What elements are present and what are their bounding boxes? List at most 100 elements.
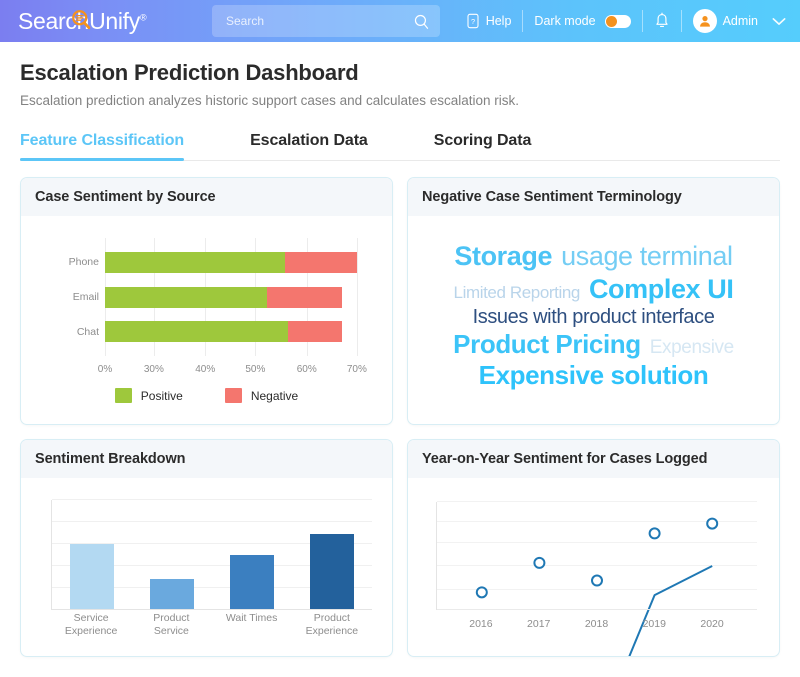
chart-legend: Positive Negative [33,388,380,405]
bar[interactable] [150,579,194,610]
word-cloud-term[interactable]: Expensive solution [479,361,709,390]
word-cloud-line: Expensive solution [479,361,709,390]
bell-icon [655,12,668,28]
card-negative-case-sentiment-terminology: Negative Case Sentiment Terminology Stor… [407,177,780,425]
word-cloud-term[interactable]: Storage [454,241,552,271]
top-bar-actions: ? Help Dark mode Admin [466,0,786,42]
top-navigation-bar: SearchUnify® ? Help Dark mo [0,0,800,42]
data-point[interactable] [475,586,488,599]
legend-swatch [224,388,242,403]
category-label: Wait Times [225,612,278,624]
user-menu[interactable]: Admin [692,9,758,33]
column-slot [230,500,274,610]
app-logo[interactable]: SearchUnify® [18,8,200,35]
category-label: Phone [68,256,99,269]
svg-text:?: ? [471,17,475,26]
bar-segment-positive [105,251,285,273]
x-tick-label: 40% [195,364,216,375]
bars [52,500,372,610]
legend-item-negative[interactable]: Negative [224,388,299,403]
category-label: Service Experience [64,612,118,638]
x-tick-label: 2016 [469,618,493,630]
word-cloud-term[interactable]: Complex UI [589,274,734,304]
legend-label: Negative [250,388,299,403]
x-tick-label: 2017 [527,618,551,630]
data-point[interactable] [533,556,546,569]
data-point[interactable] [648,527,661,540]
word-cloud-line: Issues with product interface [473,306,715,328]
x-tick-label: 0% [97,364,113,375]
bar-segment-positive [105,321,289,343]
x-axis: 2016 2017 2018 2019 2020 [436,618,757,642]
bar-row: Phone [69,251,362,273]
tab-feature-classification[interactable]: Feature Classification [20,128,184,161]
dark-mode-label: Dark mode [534,14,596,28]
category-label: Chat [76,325,99,338]
bar-segment-negative [266,286,343,308]
baseline [52,609,372,610]
bar[interactable] [70,544,114,610]
chevron-down-icon[interactable] [772,17,786,26]
category-label: Email [72,291,99,303]
plot-area [51,499,372,610]
word-cloud-term[interactable]: Expensive [650,337,734,358]
card-body: Storage usage terminal Limited Reporting Co… [408,216,779,424]
legend-swatch [114,388,132,403]
help-button[interactable]: ? Help [466,13,512,29]
word-cloud-term[interactable]: Limited Reporting [454,283,581,302]
column-slot [70,500,114,610]
x-tick-label: 60% [296,364,317,375]
tab-bar: Feature Classification Escalation Data S… [20,128,780,161]
plot-area [436,501,757,610]
user-avatar-icon [699,16,710,27]
user-name: Admin [722,14,758,28]
category-label: Product Service [153,612,190,638]
divider [641,10,643,32]
card-case-sentiment-by-source: Case Sentiment by Source Phone Email Chat … [20,177,393,425]
page-title: Escalation Prediction Dashboard [20,60,359,85]
legend-item-positive[interactable]: Positive [114,388,183,403]
avatar[interactable] [692,9,717,33]
x-tick-label: 2019 [642,618,666,630]
word-cloud-line: Product Pricing Expensive [453,330,734,359]
column-slot [150,500,194,610]
search-input[interactable] [226,14,413,28]
help-label: Help [485,14,512,28]
bar-segment-negative [288,321,343,343]
bar[interactable] [230,555,274,610]
data-point[interactable] [591,574,603,587]
help-shield-icon: ? [467,13,479,29]
page-content: Escalation Prediction Dashboard Escalati… [0,60,800,657]
bar[interactable] [310,534,354,610]
card-title: Year-on-Year Sentiment for Cases Logged [408,440,779,478]
legend-label: Positive [140,388,183,403]
stacked-bar-chart: Phone Email Chat 0% 30% 40% 50% 60% 70% [33,234,380,382]
toggle-knob [605,15,617,27]
word-cloud-term[interactable]: Product Pricing [453,330,641,359]
x-tick-label: 2020 [700,618,724,630]
line-chart: 2016 2017 2018 2019 2020 [420,494,767,644]
category-label: Product Experience [305,612,359,638]
card-title: Sentiment Breakdown [21,440,392,478]
global-search[interactable] [212,5,440,37]
search-icon[interactable] [413,13,430,30]
divider [680,10,682,32]
divider [522,10,524,32]
dark-mode-toggle[interactable]: Dark mode [534,14,631,28]
bar-rows: Phone Email Chat [69,238,362,356]
notifications-button[interactable] [654,12,670,30]
data-point[interactable] [706,517,719,530]
x-axis: Service Experience Product Service Wait Time… [51,612,372,644]
word-cloud-line: Storage usage terminal [454,241,733,271]
card-body: 2016 2017 2018 2019 2020 [408,478,779,656]
plot-area: Phone Email Chat [69,238,362,356]
x-tick-label: 30% [143,364,164,375]
dark-mode-switch[interactable] [604,14,631,28]
bar-row: Chat [77,321,362,343]
word-cloud-term[interactable]: Issues with product interface [473,306,715,328]
tab-escalation-data[interactable]: Escalation Data [250,128,368,160]
column-chart: Service Experience Product Service Wait Time… [33,494,380,644]
bar-segment-negative [284,251,357,273]
word-cloud-term[interactable]: usage terminal [561,241,733,271]
tab-scoring-data[interactable]: Scoring Data [434,128,532,160]
